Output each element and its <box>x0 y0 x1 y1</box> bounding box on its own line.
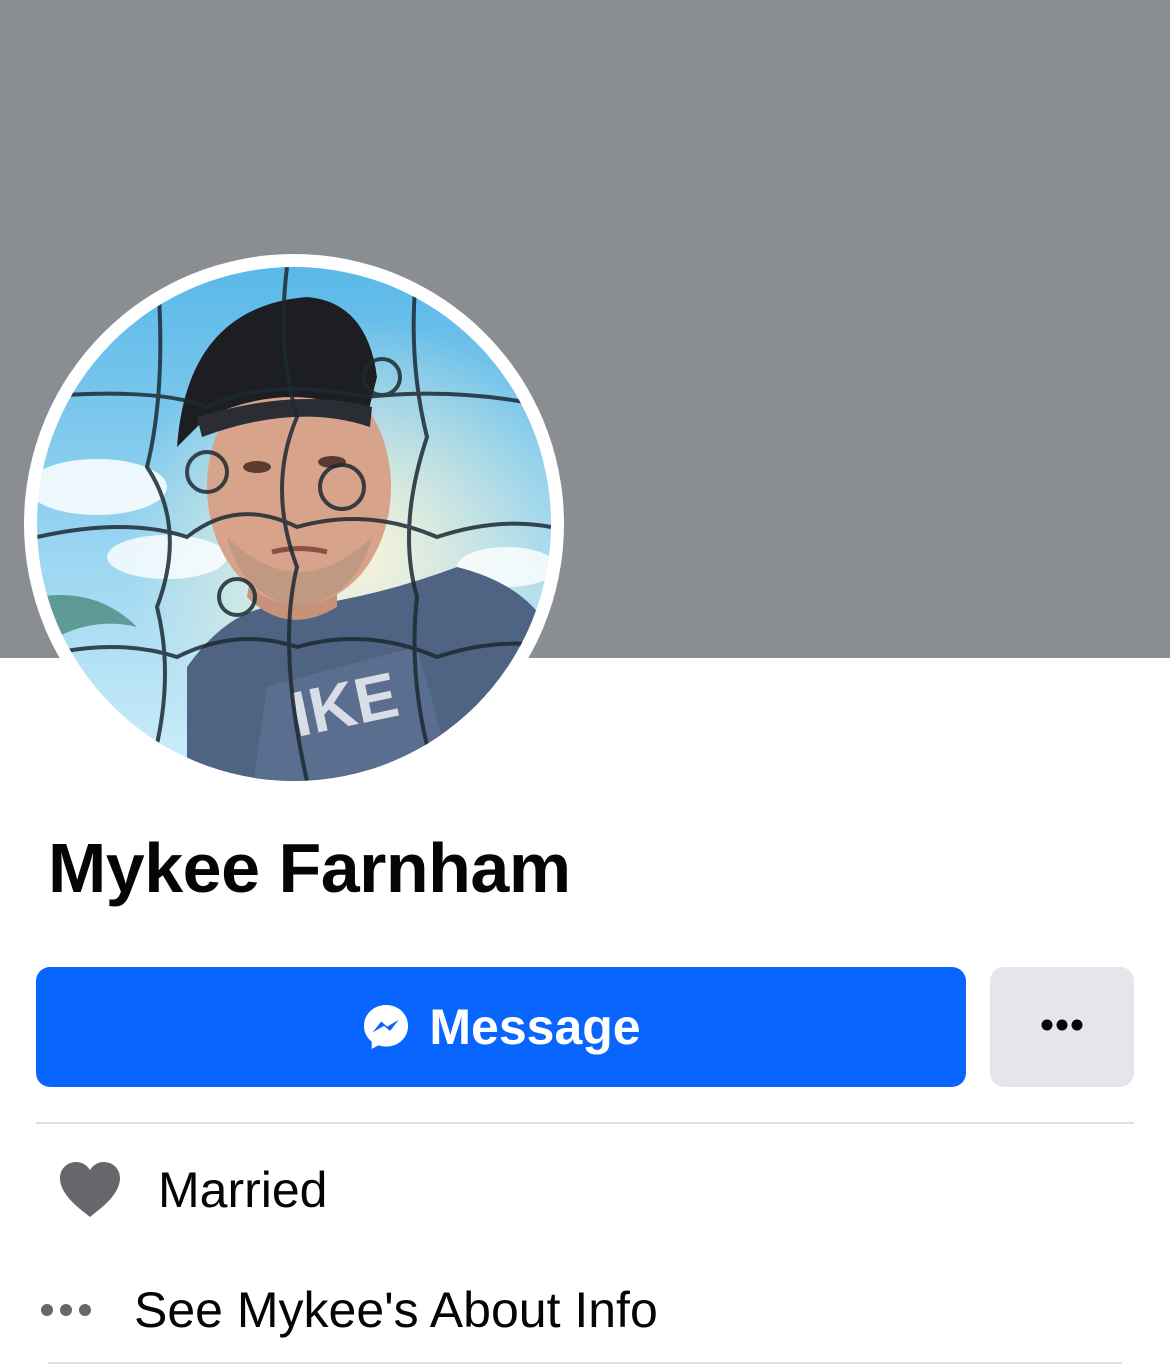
relationship-status: Married <box>158 1162 328 1218</box>
profile-name: Mykee Farnham <box>48 829 571 907</box>
relationship-row: Married <box>36 1150 1134 1230</box>
profile-page: IKE Mykee Farnham Message Married See My… <box>0 0 1170 1369</box>
message-button-label: Message <box>429 999 641 1055</box>
more-options-button[interactable] <box>990 967 1134 1087</box>
messenger-icon <box>361 1002 411 1052</box>
about-info-row[interactable]: See Mykee's About Info <box>36 1270 1134 1350</box>
see-about-info-link[interactable]: See Mykee's About Info <box>134 1281 658 1339</box>
message-button[interactable]: Message <box>36 967 966 1087</box>
more-dots-icon <box>1040 1018 1084 1037</box>
heart-icon <box>58 1161 122 1219</box>
profile-picture[interactable]: IKE <box>37 267 551 781</box>
divider <box>48 1362 1122 1364</box>
divider <box>36 1122 1134 1124</box>
more-dots-icon <box>40 1303 92 1317</box>
